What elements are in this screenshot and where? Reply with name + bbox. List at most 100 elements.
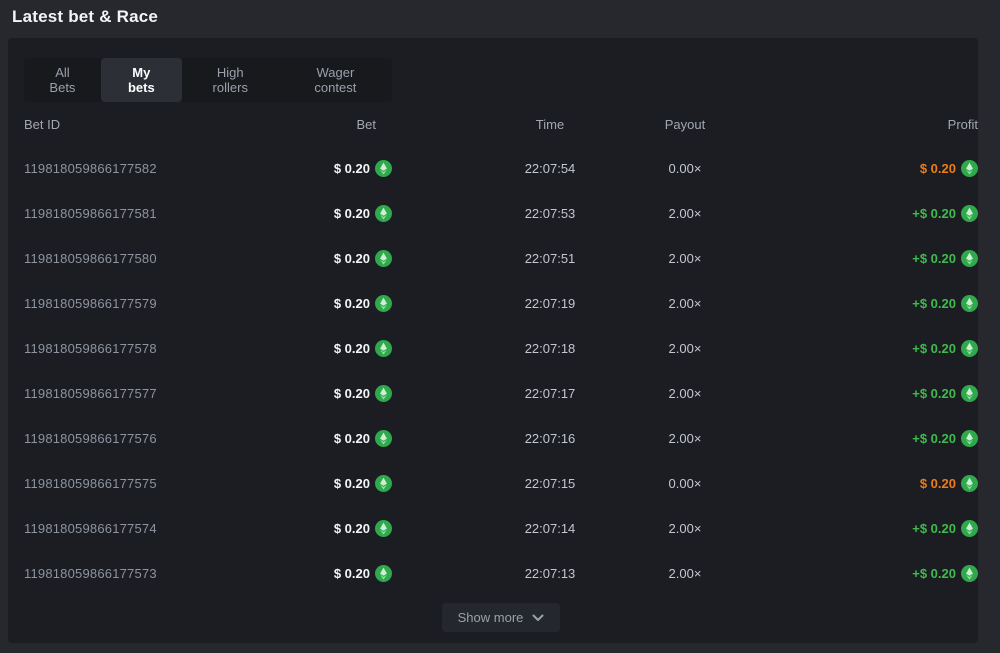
profit-cell: $ 0.20 xyxy=(735,160,978,177)
bet-amount: $ 0.20 xyxy=(334,476,370,491)
bet-cell: $ 0.20 xyxy=(264,430,392,447)
currency-coin-icon xyxy=(375,250,392,267)
latest-bets-panel: All Bets My bets High rollers Wager cont… xyxy=(8,38,978,643)
bet-amount: $ 0.20 xyxy=(334,296,370,311)
profit-cell: +$ 0.20 xyxy=(735,295,978,312)
bet-amount: $ 0.20 xyxy=(334,341,370,356)
tab-item[interactable]: My bets xyxy=(101,58,182,102)
table-body: 119818059866177582 $ 0.20 22:07:54 0.00×… xyxy=(24,146,978,596)
payout-cell: 2.00× xyxy=(635,521,735,536)
bet-id-cell: 119818059866177576 xyxy=(24,431,264,446)
payout-cell: 2.00× xyxy=(635,566,735,581)
profit-cell: +$ 0.20 xyxy=(735,250,978,267)
time-cell: 22:07:13 xyxy=(475,566,625,581)
tab-item[interactable]: Wager contest xyxy=(279,58,392,102)
bet-amount: $ 0.20 xyxy=(334,431,370,446)
currency-coin-icon xyxy=(375,565,392,582)
table-row[interactable]: 119818059866177574 $ 0.20 22:07:14 2.00×… xyxy=(24,506,978,551)
bet-cell: $ 0.20 xyxy=(264,205,392,222)
time-cell: 22:07:17 xyxy=(475,386,625,401)
profit-amount: +$ 0.20 xyxy=(912,296,956,311)
bet-id-cell: 119818059866177580 xyxy=(24,251,264,266)
currency-coin-icon xyxy=(961,250,978,267)
table-row[interactable]: 119818059866177575 $ 0.20 22:07:15 0.00×… xyxy=(24,461,978,506)
bet-cell: $ 0.20 xyxy=(264,475,392,492)
bets-table: Bet ID Bet Time Payout Profit 1198180598… xyxy=(24,102,978,632)
currency-coin-icon xyxy=(375,520,392,537)
profit-cell: +$ 0.20 xyxy=(735,430,978,447)
profit-cell: +$ 0.20 xyxy=(735,565,978,582)
time-cell: 22:07:54 xyxy=(475,161,625,176)
time-cell: 22:07:51 xyxy=(475,251,625,266)
page-title: Latest bet & Race xyxy=(12,7,158,27)
bet-amount: $ 0.20 xyxy=(334,161,370,176)
payout-cell: 2.00× xyxy=(635,386,735,401)
profit-cell: +$ 0.20 xyxy=(735,340,978,357)
profit-cell: +$ 0.20 xyxy=(735,520,978,537)
tab-label: All Bets xyxy=(42,65,83,95)
tab-item[interactable]: All Bets xyxy=(24,58,101,102)
table-row[interactable]: 119818059866177580 $ 0.20 22:07:51 2.00×… xyxy=(24,236,978,281)
payout-cell: 2.00× xyxy=(635,206,735,221)
show-more-button[interactable]: Show more xyxy=(442,603,561,632)
bet-cell: $ 0.20 xyxy=(264,340,392,357)
time-cell: 22:07:14 xyxy=(475,521,625,536)
currency-coin-icon xyxy=(375,430,392,447)
profit-cell: +$ 0.20 xyxy=(735,205,978,222)
tab-label: High rollers xyxy=(200,65,261,95)
payout-cell: 0.00× xyxy=(635,161,735,176)
profit-amount: +$ 0.20 xyxy=(912,521,956,536)
currency-coin-icon xyxy=(961,565,978,582)
show-more-label: Show more xyxy=(458,610,524,625)
bet-cell: $ 0.20 xyxy=(264,565,392,582)
table-header-row: Bet ID Bet Time Payout Profit xyxy=(24,102,978,146)
table-row[interactable]: 119818059866177573 $ 0.20 22:07:13 2.00×… xyxy=(24,551,978,596)
table-row[interactable]: 119818059866177577 $ 0.20 22:07:17 2.00×… xyxy=(24,371,978,416)
currency-coin-icon xyxy=(375,340,392,357)
currency-coin-icon xyxy=(961,430,978,447)
bet-id-cell: 119818059866177575 xyxy=(24,476,264,491)
time-cell: 22:07:19 xyxy=(475,296,625,311)
currency-coin-icon xyxy=(961,385,978,402)
time-cell: 22:07:53 xyxy=(475,206,625,221)
tab-label: My bets xyxy=(119,65,164,95)
bet-id-cell: 119818059866177574 xyxy=(24,521,264,536)
profit-amount: +$ 0.20 xyxy=(912,566,956,581)
profit-amount: +$ 0.20 xyxy=(912,206,956,221)
chevron-down-icon xyxy=(532,614,544,622)
bet-cell: $ 0.20 xyxy=(264,385,392,402)
bet-cell: $ 0.20 xyxy=(264,250,392,267)
profit-amount: +$ 0.20 xyxy=(912,386,956,401)
table-row[interactable]: 119818059866177576 $ 0.20 22:07:16 2.00×… xyxy=(24,416,978,461)
bet-cell: $ 0.20 xyxy=(264,160,392,177)
table-row[interactable]: 119818059866177578 $ 0.20 22:07:18 2.00×… xyxy=(24,326,978,371)
bet-id-cell: 119818059866177578 xyxy=(24,341,264,356)
bet-amount: $ 0.20 xyxy=(334,386,370,401)
payout-cell: 2.00× xyxy=(635,341,735,356)
currency-coin-icon xyxy=(375,295,392,312)
bet-amount: $ 0.20 xyxy=(334,521,370,536)
currency-coin-icon xyxy=(961,520,978,537)
profit-amount: $ 0.20 xyxy=(920,476,956,491)
tab-label: Wager contest xyxy=(297,65,374,95)
payout-cell: 2.00× xyxy=(635,251,735,266)
profit-amount: +$ 0.20 xyxy=(912,251,956,266)
header-time: Time xyxy=(475,117,625,132)
time-cell: 22:07:15 xyxy=(475,476,625,491)
bet-id-cell: 119818059866177579 xyxy=(24,296,264,311)
bet-cell: $ 0.20 xyxy=(264,295,392,312)
bet-cell: $ 0.20 xyxy=(264,520,392,537)
table-row[interactable]: 119818059866177582 $ 0.20 22:07:54 0.00×… xyxy=(24,146,978,191)
table-row[interactable]: 119818059866177579 $ 0.20 22:07:19 2.00×… xyxy=(24,281,978,326)
bet-id-cell: 119818059866177577 xyxy=(24,386,264,401)
table-row[interactable]: 119818059866177581 $ 0.20 22:07:53 2.00×… xyxy=(24,191,978,236)
bet-id-cell: 119818059866177581 xyxy=(24,206,264,221)
header-bet-id: Bet ID xyxy=(24,117,264,132)
bet-amount: $ 0.20 xyxy=(334,206,370,221)
payout-cell: 2.00× xyxy=(635,431,735,446)
profit-cell: $ 0.20 xyxy=(735,475,978,492)
currency-coin-icon xyxy=(961,205,978,222)
bets-tab-bar: All Bets My bets High rollers Wager cont… xyxy=(24,58,392,102)
payout-cell: 2.00× xyxy=(635,296,735,311)
tab-item[interactable]: High rollers xyxy=(182,58,279,102)
